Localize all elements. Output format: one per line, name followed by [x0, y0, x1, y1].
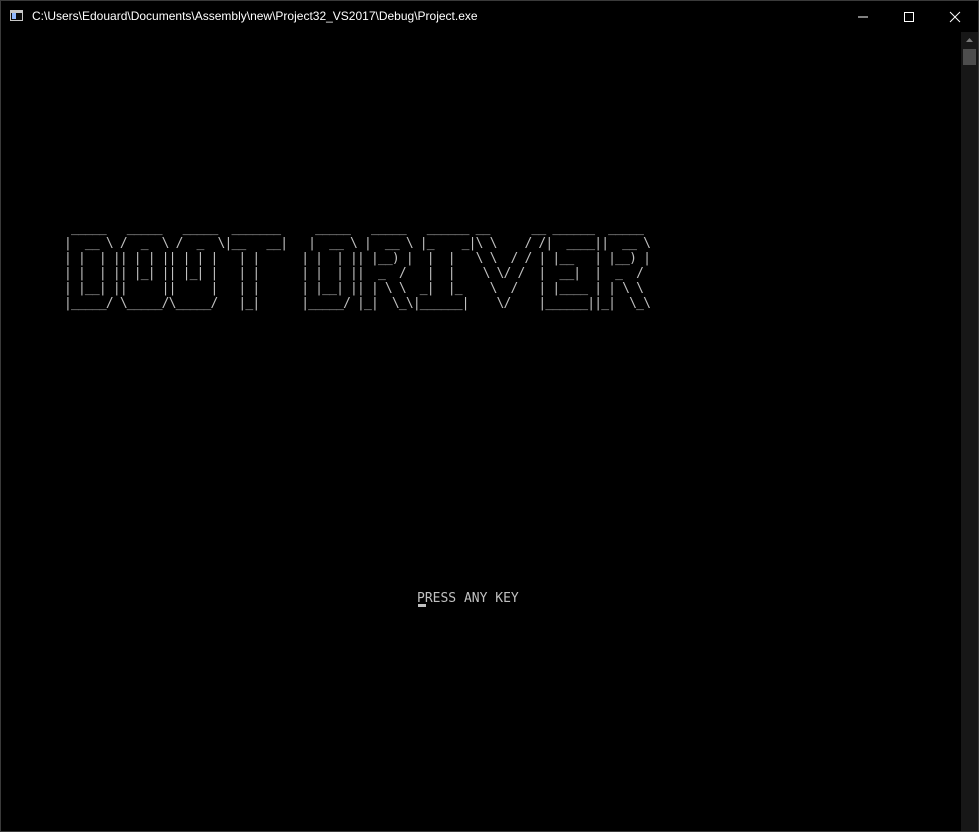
maximize-button[interactable]	[886, 1, 932, 32]
close-button[interactable]	[932, 1, 978, 32]
scroll-up-button[interactable]	[961, 32, 978, 49]
vertical-scrollbar[interactable]	[961, 32, 978, 831]
window-title: C:\Users\Edouard\Documents\Assembly\new\…	[32, 9, 478, 23]
title-bar[interactable]: C:\Users\Edouard\Documents\Assembly\new\…	[1, 1, 978, 32]
chevron-up-icon	[966, 38, 973, 42]
minimize-icon	[858, 16, 868, 18]
maximize-icon	[904, 12, 914, 22]
minimize-button[interactable]	[840, 1, 886, 32]
console-output[interactable]: _____ _____ _____ _______ _____ _____ __…	[1, 32, 961, 831]
text-cursor	[418, 604, 426, 607]
close-icon	[949, 11, 961, 23]
ascii-art-title: _____ _____ _____ _______ _____ _____ __…	[64, 221, 651, 311]
scrollbar-thumb[interactable]	[963, 49, 976, 65]
press-any-key-prompt: PRESS ANY KEY	[417, 591, 519, 606]
console-window: C:\Users\Edouard\Documents\Assembly\new\…	[0, 0, 979, 832]
console-app-icon[interactable]	[10, 10, 23, 21]
